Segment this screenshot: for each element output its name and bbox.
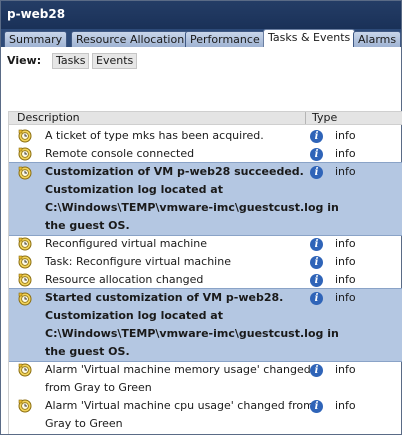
column-header-description[interactable]: Description <box>17 112 80 124</box>
tab-alarms[interactable]: Alarms <box>353 31 402 47</box>
table-row[interactable]: Customization of VM p-web28 succeeded. Cu… <box>9 162 402 236</box>
table-row[interactable]: Alarm 'Virtual machine memory usage' cha… <box>9 361 402 397</box>
tab-summary[interactable]: Summary <box>4 31 68 47</box>
event-description: Started customization of VM p-web28. Cust… <box>45 289 339 361</box>
table-row[interactable]: Reconfigured virtual machine i info <box>9 235 402 253</box>
event-description: Alarm 'Virtual machine cpu usage' change… <box>45 397 314 433</box>
event-description: Alarm 'Virtual machine memory usage' cha… <box>45 361 311 397</box>
event-description: Reconfigured virtual machine <box>45 235 303 253</box>
table-row[interactable]: Alarm 'Virtual machine cpu usage' change… <box>9 397 402 433</box>
tab-tasks-events[interactable]: Tasks & Events <box>263 29 356 47</box>
table-row[interactable]: Resource allocation changed i info <box>9 271 402 289</box>
event-description-line: Customization log located at <box>45 183 223 196</box>
event-description-line: A ticket of type mks has been acquired. <box>45 129 264 142</box>
table-row[interactable]: Remote console connected i info <box>9 145 402 163</box>
table-row[interactable]: Task: Reconfigure virtual machine i info <box>9 253 402 271</box>
event-icon <box>18 237 32 251</box>
event-description-line: from Gray to Green <box>45 381 152 394</box>
table-row[interactable]: A ticket of type mks has been acquired. i… <box>9 127 402 145</box>
event-type: info <box>335 255 356 268</box>
event-description-line: Resource allocation changed <box>45 273 204 286</box>
view-bar: View: Tasks Events <box>1 47 401 75</box>
event-description: Remote console connected <box>45 145 303 163</box>
tab-resource-allocation[interactable]: Resource Allocation <box>71 31 190 47</box>
event-description-line: C:\Windows\TEMP\vmware-imc\guestcust.log… <box>45 201 339 214</box>
event-icon <box>18 292 32 306</box>
event-icon <box>18 255 32 269</box>
info-icon: i <box>310 130 323 143</box>
event-description: Resource allocation changed <box>45 271 303 289</box>
event-type: info <box>335 147 356 160</box>
info-icon: i <box>310 238 323 251</box>
event-type: info <box>335 399 356 412</box>
table-header: Description Type <box>9 111 402 125</box>
event-description-line: Reconfigured virtual machine <box>45 237 208 250</box>
event-type: info <box>335 291 356 304</box>
event-description: Customization of VM p-web28 succeeded. Cu… <box>45 163 339 235</box>
event-description-line: Task: Reconfigure virtual machine <box>45 255 231 268</box>
event-description-line: the guest OS. <box>45 345 130 358</box>
column-header-type[interactable]: Type <box>312 112 337 124</box>
event-description-line: the guest OS. <box>45 219 130 232</box>
info-icon: i <box>310 256 323 269</box>
event-description-line: Customization log located at <box>45 309 223 322</box>
info-icon: i <box>310 292 323 305</box>
event-description-line: Alarm 'Virtual machine cpu usage' change… <box>45 399 314 412</box>
view-label: View: <box>7 54 42 67</box>
event-description: A ticket of type mks has been acquired. <box>45 127 303 145</box>
window-title: p-web28 <box>1 1 401 29</box>
tab-performance[interactable]: Performance <box>185 31 265 47</box>
event-type: info <box>335 363 356 376</box>
event-type: info <box>335 273 356 286</box>
info-icon: i <box>310 364 323 377</box>
alarm-event-icon <box>18 363 32 377</box>
window-frame: p-web28 Summary Resource Allocation Perf… <box>0 0 402 435</box>
event-icon <box>18 273 32 287</box>
event-icon <box>18 166 32 180</box>
info-icon: i <box>310 274 323 287</box>
alarm-event-icon <box>18 399 32 413</box>
event-description-line: C:\Windows\TEMP\vmware-imc\guestcust.log… <box>45 327 339 340</box>
event-description-line: Remote console connected <box>45 147 195 160</box>
event-type: info <box>335 165 356 178</box>
view-events-button[interactable]: Events <box>92 53 138 69</box>
event-icon <box>18 147 32 161</box>
event-description-line: Started customization of VM p-web28. <box>45 291 284 304</box>
tab-strip: Summary Resource Allocation Performance … <box>1 29 402 47</box>
event-type: info <box>335 129 356 142</box>
column-divider[interactable] <box>305 112 306 124</box>
info-icon: i <box>310 400 323 413</box>
event-description: Task: Reconfigure virtual machine <box>45 253 303 271</box>
info-icon: i <box>310 148 323 161</box>
event-type: info <box>335 237 356 250</box>
view-tasks-button[interactable]: Tasks <box>52 53 90 69</box>
event-icon <box>18 129 32 143</box>
events-table: Description Type A ticket of type mks ha… <box>8 111 402 434</box>
info-icon: i <box>310 166 323 179</box>
table-row[interactable]: Started customization of VM p-web28. Cust… <box>9 288 402 362</box>
event-description-line: Alarm 'Virtual machine memory usage' cha… <box>45 363 311 376</box>
event-description-line: Customization of VM p-web28 succeeded. <box>45 165 304 178</box>
event-description-line: Gray to Green <box>45 417 123 430</box>
